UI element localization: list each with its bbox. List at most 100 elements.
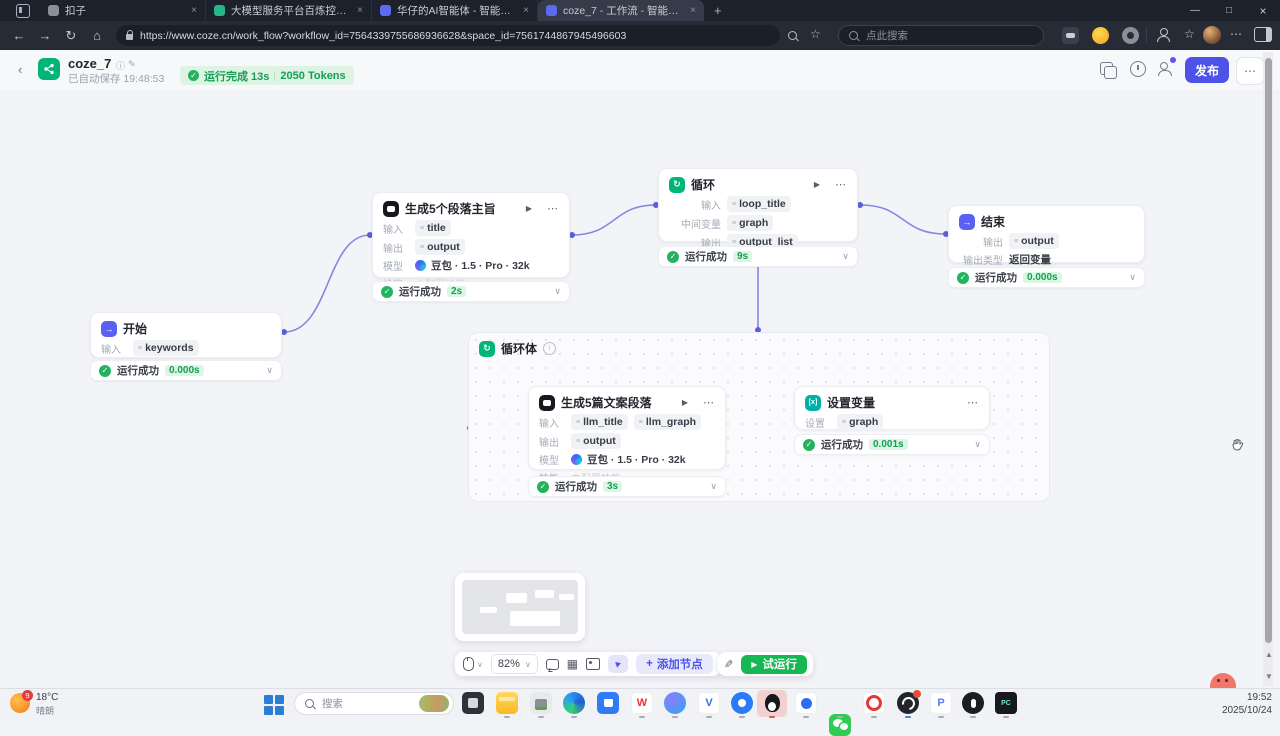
- node-set-variable[interactable]: [x] 设置变量 ⋯ 设置 graph: [794, 386, 990, 430]
- device-app-icon[interactable]: [530, 692, 552, 714]
- row-label: 输出: [539, 434, 565, 449]
- collaborate-icon[interactable]: [1158, 62, 1173, 75]
- side-panel-icon[interactable]: [1254, 27, 1272, 42]
- play-icon[interactable]: ▶: [682, 398, 688, 407]
- back-icon[interactable]: ←: [6, 28, 32, 43]
- tab-close-icon[interactable]: ×: [690, 5, 696, 16]
- close-button[interactable]: ×: [1246, 4, 1280, 18]
- zoom-out-icon[interactable]: [788, 31, 797, 40]
- edit-icon[interactable]: ✎: [128, 59, 136, 70]
- red-ring-app-icon[interactable]: [863, 692, 885, 714]
- weather-condition[interactable]: 晴朗: [36, 704, 54, 717]
- qq-icon[interactable]: [761, 692, 783, 714]
- quark-browser-icon[interactable]: [664, 692, 686, 714]
- back-chevron[interactable]: ‹: [18, 62, 22, 77]
- browser-tab-1[interactable]: 扣子 ×: [40, 0, 206, 21]
- forward-icon[interactable]: →: [32, 28, 58, 43]
- chevron-down-icon[interactable]: ∨: [554, 286, 561, 297]
- chevron-down-icon[interactable]: ∨: [710, 481, 717, 492]
- add-node-button[interactable]: +添加节点: [636, 654, 713, 674]
- taskbar-clock[interactable]: 19:52 2025/10/24: [1198, 691, 1272, 717]
- quick-search-box[interactable]: 点此搜索: [838, 25, 1044, 46]
- optimize-icon[interactable]: ✎: [724, 658, 733, 671]
- play-icon[interactable]: ▶: [814, 180, 820, 189]
- snapshot-icon[interactable]: [586, 658, 600, 670]
- tab-close-icon[interactable]: ×: [357, 5, 363, 16]
- pin-app-icon[interactable]: [962, 692, 984, 714]
- chevron-down-icon[interactable]: ∨: [266, 365, 273, 376]
- scroll-down-icon[interactable]: ▼: [1265, 672, 1273, 681]
- publish-button[interactable]: 发布: [1185, 57, 1229, 83]
- new-tab-button[interactable]: +: [714, 3, 722, 18]
- history-icon[interactable]: [1130, 61, 1146, 77]
- extensions-puzzle-icon[interactable]: [1122, 27, 1139, 44]
- browser-tab-2[interactable]: 大模型服务平台百炼控制台 ×: [206, 0, 372, 21]
- start-button[interactable]: [264, 695, 284, 715]
- scrollbar-thumb[interactable]: [1265, 58, 1272, 643]
- duplicate-icon[interactable]: [1100, 62, 1113, 75]
- maximize-button[interactable]: □: [1212, 5, 1246, 16]
- tab-close-icon[interactable]: ×: [191, 5, 197, 16]
- file-explorer-icon[interactable]: [496, 692, 518, 714]
- minimap[interactable]: [455, 573, 585, 641]
- address-bar[interactable]: https://www.coze.cn/work_flow?workflow_i…: [116, 25, 780, 46]
- run-complete-badge[interactable]: ✓ 运行完成 13s 2050 Tokens: [180, 66, 354, 85]
- reload-icon[interactable]: ↻: [58, 28, 84, 44]
- taskbar-search-box[interactable]: 搜索: [294, 692, 454, 715]
- p-app-icon[interactable]: P: [930, 692, 952, 714]
- pan-tool-button[interactable]: ∨: [463, 657, 483, 671]
- pycharm-icon[interactable]: PC: [995, 692, 1017, 714]
- node-start[interactable]: → 开始 输入 keywords: [90, 312, 282, 358]
- status-bar-start[interactable]: ✓ 运行成功 0.000s ∨: [90, 360, 282, 381]
- v-app-icon[interactable]: V: [698, 692, 720, 714]
- comment-tool-icon[interactable]: [546, 659, 559, 670]
- more-icon[interactable]: ⋯: [703, 396, 715, 409]
- status-bar-llm2[interactable]: ✓ 运行成功 3s ∨: [528, 476, 726, 497]
- weather-temp[interactable]: 18°C: [36, 692, 58, 703]
- chevron-down-icon[interactable]: ∨: [974, 439, 981, 450]
- netdisk-icon[interactable]: [731, 692, 753, 714]
- minimize-button[interactable]: —: [1178, 5, 1212, 16]
- task-view-icon[interactable]: [462, 692, 484, 714]
- status-bar-setvar[interactable]: ✓ 运行成功 0.001s ∨: [794, 434, 990, 455]
- header-more-button[interactable]: ⋯: [1236, 57, 1264, 85]
- browser-menu-icon[interactable]: ⋯: [1230, 27, 1243, 41]
- workspaces-icon[interactable]: [16, 4, 30, 18]
- more-icon[interactable]: ⋯: [835, 178, 847, 191]
- node-end[interactable]: → 结束 输出 output 输出类型 返回变量: [948, 205, 1145, 263]
- more-icon[interactable]: ⋯: [967, 396, 979, 409]
- info-icon[interactable]: i: [543, 342, 556, 355]
- browser-tab-4-active[interactable]: coze_7 - 工作流 - 智能体平台 ×: [538, 0, 704, 21]
- avatar[interactable]: [1203, 26, 1221, 44]
- select-tool-button[interactable]: [608, 655, 628, 673]
- node-llm2[interactable]: 生成5篇文案段落 ▶ ⋯ 输入 llm_title llm_graph 输出 o…: [528, 386, 726, 470]
- profile-icon[interactable]: [1156, 28, 1170, 42]
- zoom-level-select[interactable]: 82%∨: [491, 654, 538, 674]
- test-run-button[interactable]: ▶试运行: [741, 655, 807, 674]
- running-indicator: [803, 716, 809, 718]
- auto-layout-icon[interactable]: ▦: [567, 658, 578, 670]
- play-icon[interactable]: ▶: [526, 204, 532, 213]
- wps-icon[interactable]: W: [631, 692, 653, 714]
- edge-browser-icon[interactable]: [563, 692, 585, 714]
- node-llm1[interactable]: 生成5个段落主旨 ▶ ⋯ 输入 title 输出 output 模型 豆包 · …: [372, 192, 570, 278]
- chevron-down-icon[interactable]: ∨: [842, 251, 849, 262]
- home-icon[interactable]: ⌂: [84, 28, 110, 43]
- chevron-down-icon[interactable]: ∨: [1129, 272, 1136, 283]
- extension-icon-1[interactable]: [1062, 27, 1079, 44]
- browser-tab-3[interactable]: 华仔的AI智能体 - 智能体 - 扣子 ×: [372, 0, 538, 21]
- favorites-icon[interactable]: ☆: [1184, 27, 1195, 41]
- status-bar-llm1[interactable]: ✓ 运行成功 2s ∨: [372, 281, 570, 302]
- status-bar-loop[interactable]: ✓ 运行成功 9s ∨: [658, 246, 858, 267]
- more-icon[interactable]: ⋯: [547, 202, 559, 215]
- play-icon: ▶: [751, 660, 757, 669]
- microsoft-store-icon[interactable]: [597, 692, 619, 714]
- meeting-app-icon[interactable]: [795, 692, 817, 714]
- node-loop[interactable]: ↻ 循环 ▶ ⋯ 输入 loop_title 中间变量 graph 输出 out…: [658, 168, 858, 242]
- status-bar-end[interactable]: ✓ 运行成功 0.000s ∨: [948, 267, 1145, 288]
- extension-icon-2[interactable]: [1092, 27, 1109, 44]
- assistant-mascot[interactable]: [1206, 673, 1240, 688]
- bookmark-star-icon[interactable]: ☆: [810, 27, 821, 41]
- scroll-up-icon[interactable]: ▲: [1265, 650, 1273, 659]
- tab-close-icon[interactable]: ×: [523, 5, 529, 16]
